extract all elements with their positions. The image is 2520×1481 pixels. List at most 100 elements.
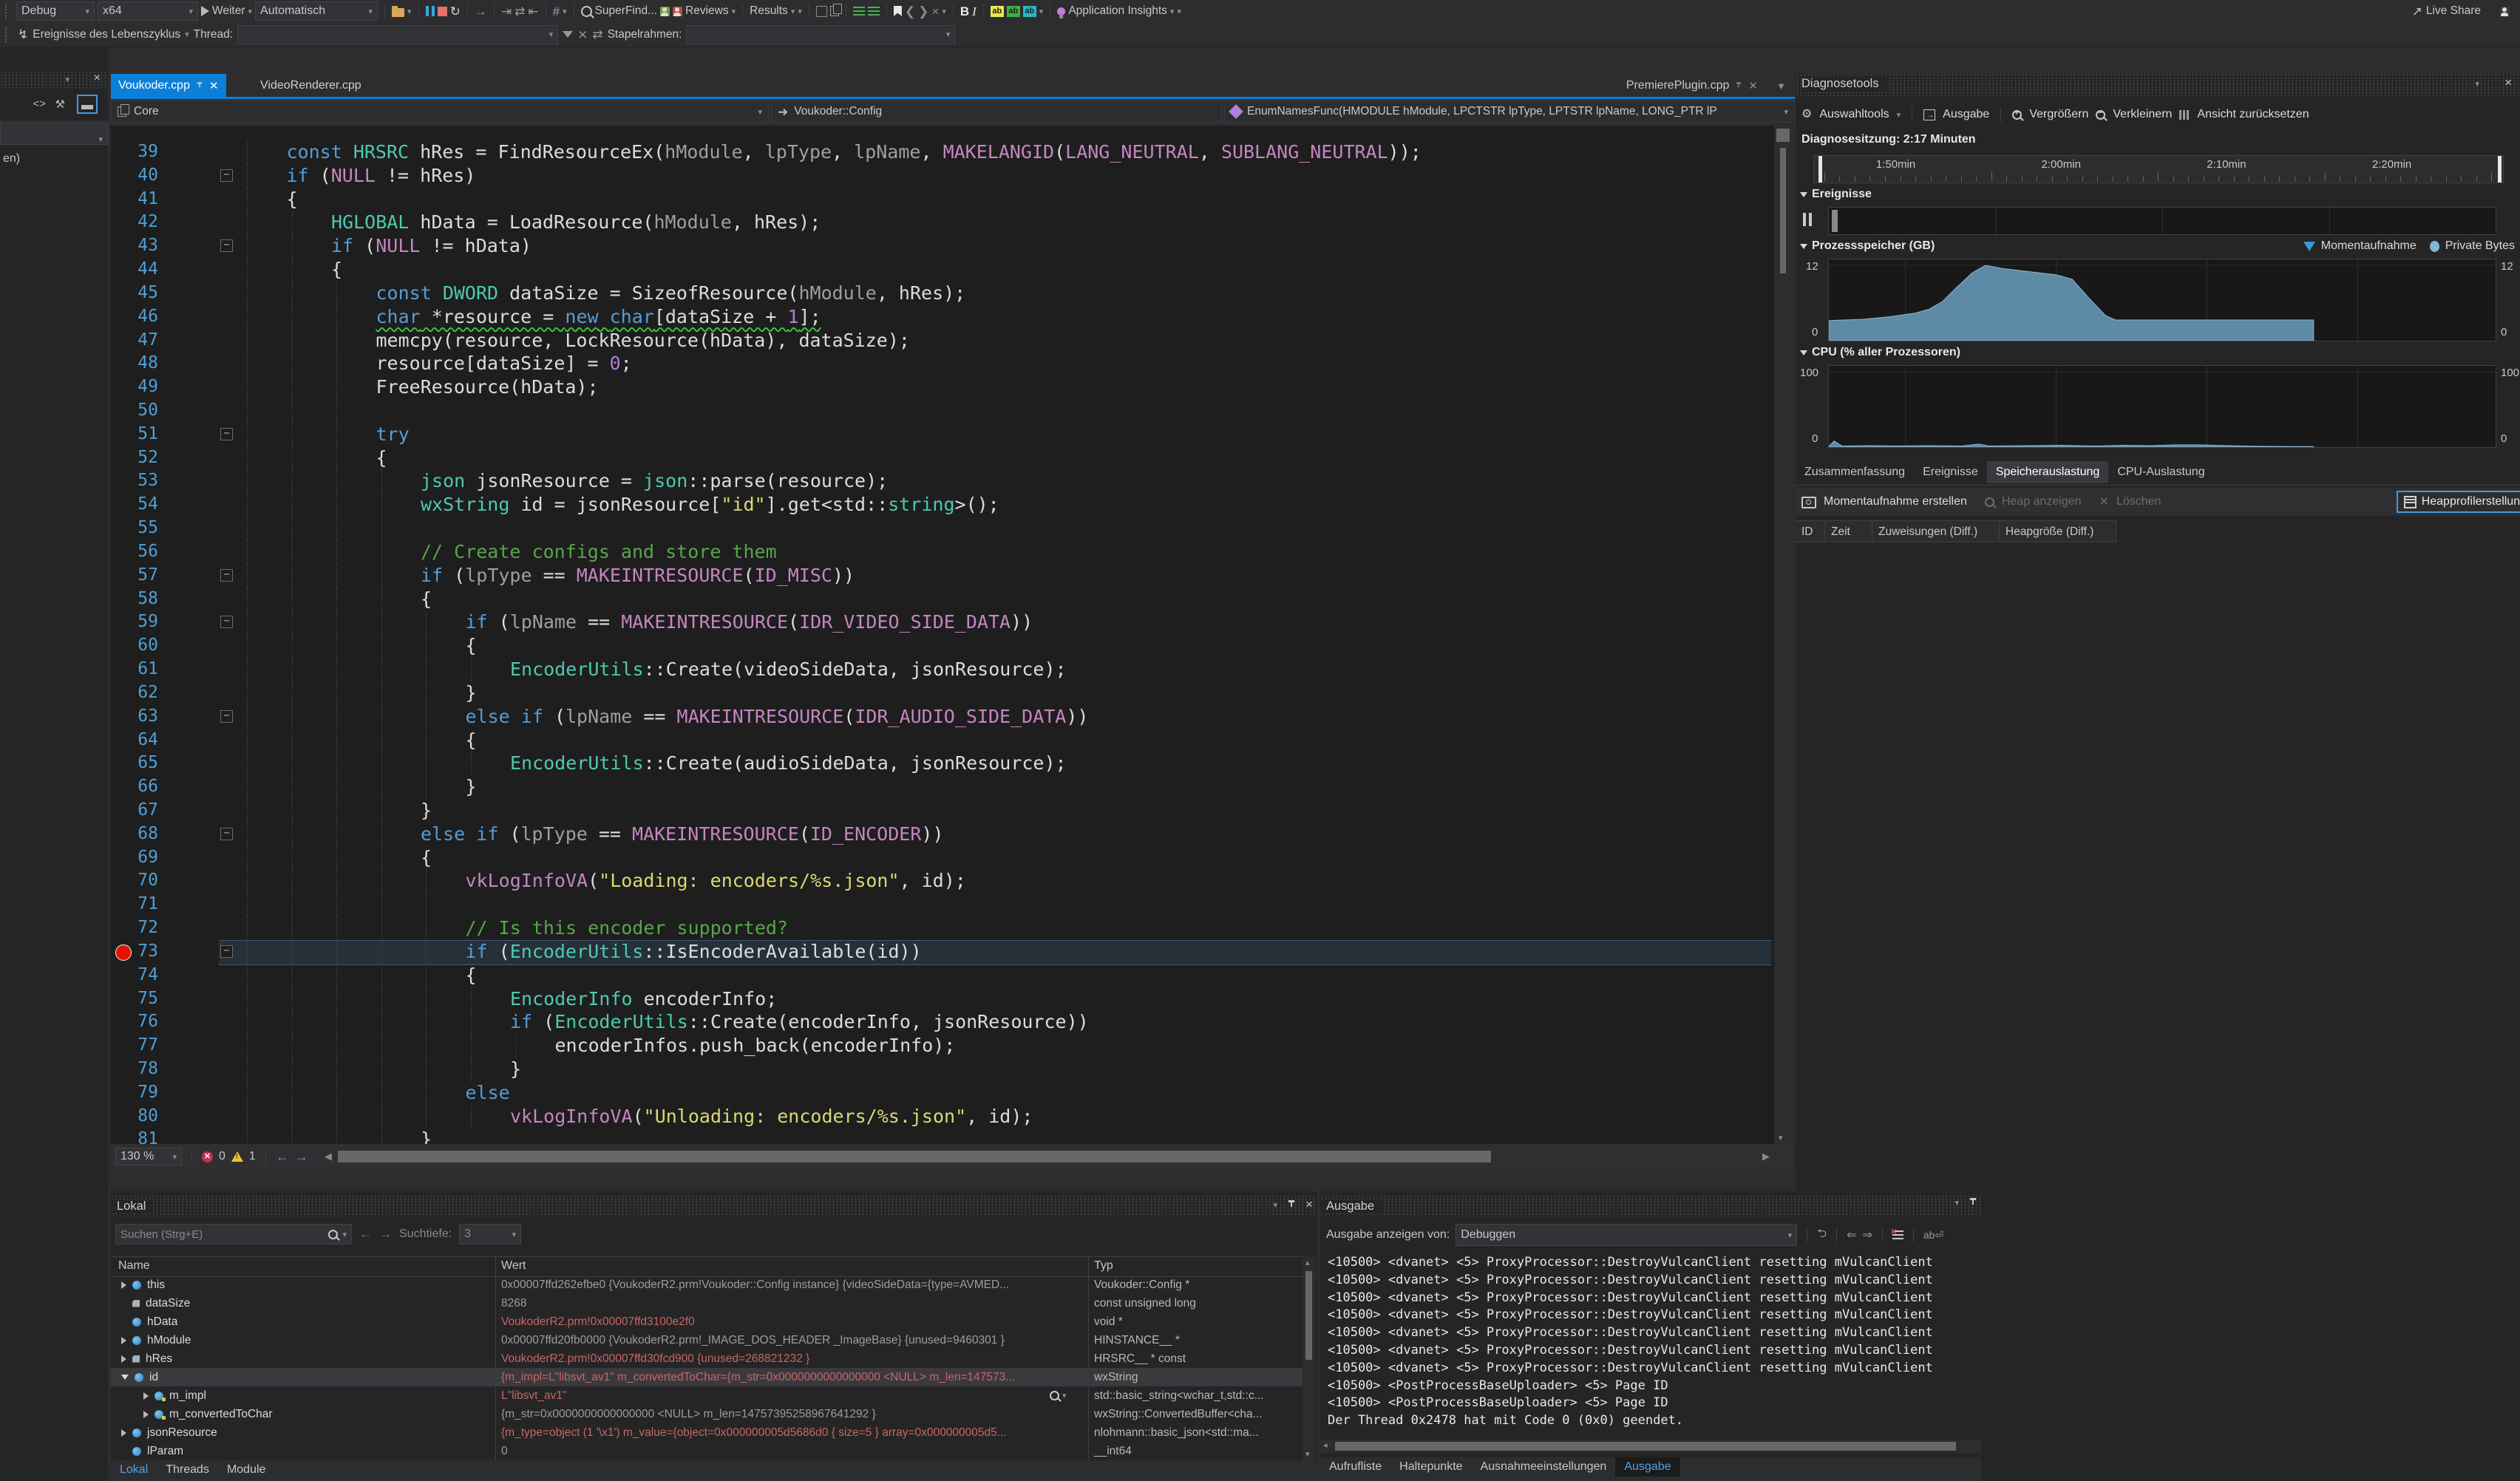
code-line-58[interactable]: 58{ [111, 588, 1774, 611]
event-marker[interactable] [1832, 210, 1838, 232]
results-label[interactable]: Results [750, 4, 788, 18]
code-line-72[interactable]: 72// Is this encoder supported? [111, 916, 1774, 940]
locals-row-id[interactable]: id{m_impl=L"libsvt_av1" m_convertedToCha… [111, 1368, 1303, 1386]
heap-profiling-button[interactable]: Heapprofilerstellung [2397, 491, 2520, 513]
code-line-55[interactable]: 55 [111, 517, 1774, 540]
expander-icon[interactable] [121, 1375, 129, 1380]
locals-row-dataSize[interactable]: dataSize8268const unsigned long [111, 1294, 1303, 1313]
clear-bookmarks-icon[interactable]: × [931, 5, 939, 18]
italic-icon[interactable]: I [972, 5, 977, 18]
highlight-cyan-icon[interactable]: ab [1023, 6, 1036, 17]
heap-col-3[interactable]: Zuweisungen (Diff.) [1872, 520, 2000, 542]
tab-pin-icon[interactable] [1736, 81, 1742, 89]
wrench-icon[interactable]: ⚒ [55, 98, 65, 111]
lifecycle-events-icon[interactable]: ↯ [18, 28, 28, 41]
prev-message-icon[interactable]: ⇐ [1847, 1228, 1856, 1242]
find-in-files-icon[interactable] [392, 8, 404, 17]
dock-tab-module[interactable]: Module [218, 1460, 274, 1480]
code-line-45[interactable]: 45const DWORD dataSize = SizeofResource(… [111, 282, 1774, 305]
dock-tab-haltepunkte[interactable]: Haltepunkte [1390, 1457, 1471, 1477]
tab-pin-icon[interactable] [197, 81, 203, 89]
stack-frame-label[interactable]: Stapelrahmen: [608, 28, 682, 41]
hscroll-left-icon[interactable]: ◀ [325, 1151, 332, 1162]
fold-marker-icon[interactable]: − [220, 169, 233, 182]
output-pin-icon[interactable] [1969, 1197, 1977, 1208]
format-document-icon[interactable] [853, 7, 865, 16]
col-wert[interactable]: Wert [501, 1259, 526, 1273]
locals-vscrollbar[interactable]: ▴ ▾ [1303, 1256, 1316, 1460]
code-line-47[interactable]: 47memcpy(resource, LockResource(hData), … [111, 329, 1774, 353]
code-line-48[interactable]: 48resource[dataSize] = 0; [111, 352, 1774, 375]
code-map-icon[interactable]: # [553, 5, 560, 18]
swap-threads-icon[interactable]: ⇄ [592, 28, 602, 41]
navigate-back-icon[interactable]: ← [276, 1149, 289, 1165]
cpu-chart[interactable] [1828, 365, 2496, 448]
code-line-49[interactable]: 49FreeResource(hData); [111, 375, 1774, 399]
take-snapshot-label[interactable]: Momentaufnahme erstellen [1824, 495, 1967, 508]
thread-dropdown[interactable]: ▾ [237, 25, 558, 44]
code-line-67[interactable]: 67} [111, 799, 1774, 823]
zoom-in-label[interactable]: Vergrößern [2029, 108, 2088, 121]
diag-tab-speicherauslastung[interactable]: Speicherauslastung [1987, 461, 2109, 483]
diag-tab-cpu-auslastung[interactable]: CPU-Auslastung [2108, 461, 2213, 483]
search-back-icon[interactable]: ← [359, 1227, 372, 1242]
reviews-label[interactable]: Reviews [685, 4, 729, 18]
reset-view-label[interactable]: Ansicht zurücksetzen [2197, 108, 2309, 121]
locals-search-input[interactable]: Suchen (Strg+E) ▾ [115, 1224, 352, 1245]
locals-row-m_impl[interactable]: m_implL"libsvt_av1"▾std::basic_string<wc… [111, 1386, 1303, 1405]
code-line-63[interactable]: 63−else if (lpName == MAKEINTRESOURCE(ID… [111, 705, 1774, 729]
code-line-41[interactable]: 41{ [111, 188, 1774, 211]
ruler-handle-right[interactable] [2498, 156, 2502, 183]
clear-all-icon[interactable] [1892, 1230, 1903, 1240]
filter-icon[interactable] [563, 31, 573, 38]
code-editor[interactable]: 39const HRSRC hRes = FindResourceEx(hMod… [111, 126, 1774, 1144]
scrollbar-thumb[interactable] [1780, 148, 1786, 273]
output-hscrollbar[interactable]: ◂ [1320, 1440, 1981, 1453]
code-line-77[interactable]: 77encoderInfos.push_back(encoderInfo); [111, 1034, 1774, 1058]
expander-icon[interactable] [121, 1429, 126, 1437]
break-all-icon[interactable] [426, 6, 435, 16]
code-line-75[interactable]: 75EncoderInfo encoderInfo; [111, 987, 1774, 1011]
locals-row-this[interactable]: this0x00007ffd262efbe0 {VoukoderR2.prm!V… [111, 1276, 1303, 1294]
fold-marker-icon[interactable]: − [220, 945, 233, 958]
heap-col-4[interactable]: Heapgröße (Diff.) [2000, 520, 2116, 542]
code-line-51[interactable]: 51−try [111, 423, 1774, 446]
left-search-chevron[interactable]: ▾ [98, 129, 103, 150]
view-heap-label[interactable]: Heap anzeigen [2002, 495, 2082, 508]
search-depth-dropdown[interactable]: 3▾ [459, 1224, 521, 1245]
locals-close-icon[interactable]: × [1305, 1197, 1313, 1212]
word-wrap-icon[interactable]: ab⏎ [1923, 1229, 1943, 1242]
dock-tab-threads[interactable]: Threads [157, 1460, 218, 1480]
show-next-statement-icon[interactable]: → [475, 5, 487, 18]
next-message-icon[interactable]: ⇒ [1862, 1228, 1872, 1242]
code-line-50[interactable]: 50 [111, 399, 1774, 423]
code-line-79[interactable]: 79else [111, 1081, 1774, 1105]
diag-menu-chevron[interactable]: ▾ [2475, 79, 2479, 89]
step-over-icon[interactable]: ⇄ [514, 5, 525, 18]
locals-pin-icon[interactable] [1288, 1199, 1295, 1210]
tab-premiereplugin-cpp[interactable]: PremierePlugin.cpp ✕ [1619, 74, 1765, 97]
application-insights-label[interactable]: Application Insights [1068, 4, 1167, 18]
scrollbar-down-icon[interactable]: ▾ [1779, 1133, 1783, 1143]
output-menu-chevron[interactable]: ▾ [1954, 1198, 1959, 1208]
fold-marker-icon[interactable]: − [220, 616, 233, 628]
fold-marker-icon[interactable]: − [220, 569, 233, 582]
expander-icon[interactable] [143, 1392, 149, 1400]
fold-marker-icon[interactable]: − [220, 710, 233, 723]
timeline-ruler[interactable]: 1:50min2:00min2:10min2:20min [1813, 155, 2504, 183]
step-into-icon[interactable]: ⇥ [501, 5, 512, 18]
attach-mode-dropdown[interactable]: Automatisch▾ [255, 1, 378, 21]
heap-col-1[interactable]: ID [1796, 520, 1825, 542]
memory-chart[interactable] [1828, 259, 2496, 341]
code-line-56[interactable]: 56// Create configs and store them [111, 540, 1774, 564]
navigate-forward-icon[interactable]: → [295, 1149, 308, 1165]
code-line-57[interactable]: 57−if (lpType == MAKEINTRESOURCE(ID_MISC… [111, 564, 1774, 588]
code-line-40[interactable]: 40−if (NULL != hRes) [111, 164, 1774, 188]
editor-hscroll-thumb[interactable] [338, 1151, 1491, 1162]
code-view-icon[interactable]: <> [33, 98, 46, 110]
editor-zoom-dropdown[interactable]: 130 %▾ [115, 1148, 182, 1165]
code-line-66[interactable]: 66} [111, 775, 1774, 799]
code-line-53[interactable]: 53json jsonResource = json::parse(resour… [111, 469, 1774, 493]
application-insights-icon[interactable] [1057, 7, 1065, 16]
code-line-46[interactable]: 46char *resource = new char[dataSize + 1… [111, 305, 1774, 329]
